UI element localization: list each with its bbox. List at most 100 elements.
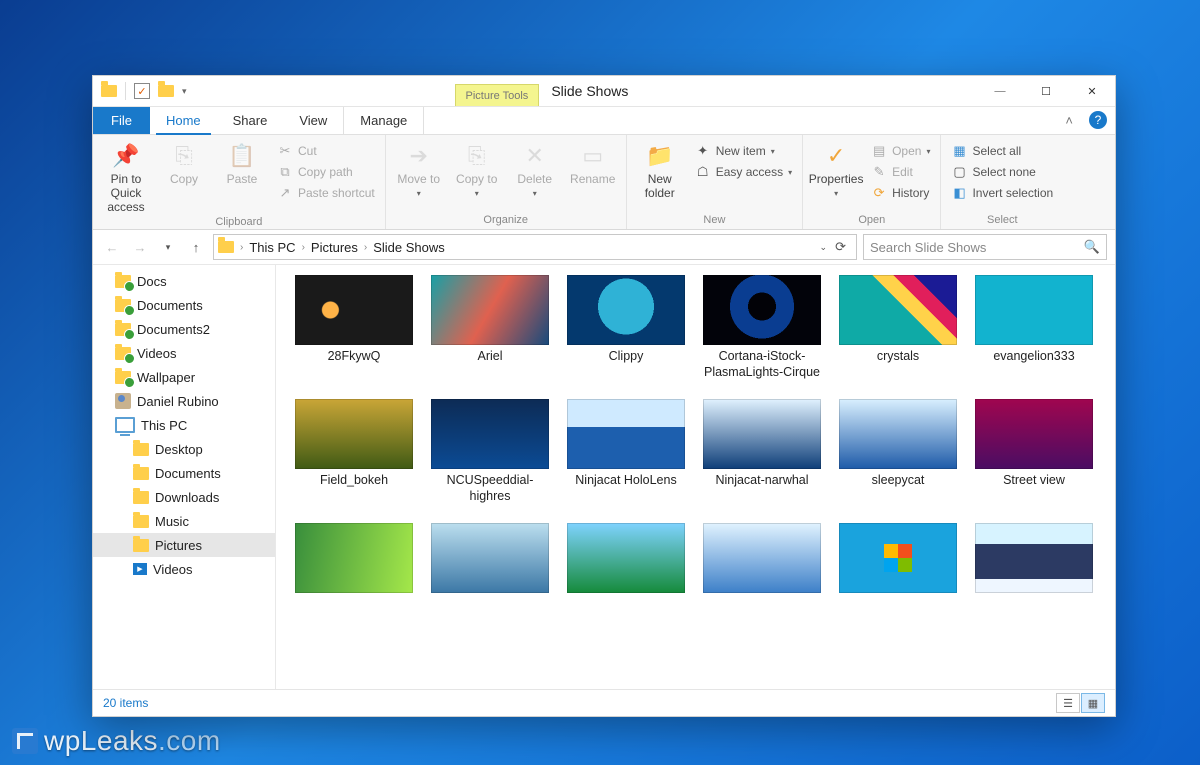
tree-item[interactable]: Videos: [93, 341, 275, 365]
file-tile[interactable]: NCUSpeeddial-highres: [430, 399, 550, 505]
search-input[interactable]: Search Slide Shows 🔍: [863, 234, 1107, 260]
properties-button[interactable]: ✓Properties▾: [809, 138, 863, 198]
file-tile[interactable]: Ariel: [430, 275, 550, 381]
open-icon: ▤: [871, 143, 887, 159]
file-tile[interactable]: [974, 523, 1094, 629]
file-tile[interactable]: 28FkywQ: [294, 275, 414, 381]
home-tab[interactable]: Home: [150, 107, 217, 134]
new-item-button[interactable]: ✦New item ▾: [691, 142, 796, 160]
refresh-button[interactable]: ⟳: [835, 239, 846, 255]
maximize-button[interactable]: ☐: [1023, 76, 1069, 106]
tree-item[interactable]: This PC: [93, 413, 275, 437]
breadcrumb[interactable]: Slide Shows: [373, 240, 445, 255]
folder-icon: [115, 371, 131, 384]
tree-item[interactable]: Music: [93, 509, 275, 533]
video-icon: ▶: [133, 563, 147, 575]
details-view-button[interactable]: ☰: [1056, 693, 1080, 713]
nav-recent-button[interactable]: ▾: [157, 236, 179, 258]
file-tile[interactable]: Clippy: [566, 275, 686, 381]
breadcrumb[interactable]: This PC: [249, 240, 295, 255]
copy-path-button[interactable]: ⧉Copy path: [273, 163, 379, 181]
thumbnail: [567, 523, 685, 593]
file-tile[interactable]: Ninjacat-narwhal: [702, 399, 822, 505]
help-button[interactable]: ?: [1089, 111, 1107, 129]
tree-item[interactable]: Wallpaper: [93, 365, 275, 389]
invert-selection-icon: ◧: [951, 185, 967, 201]
tree-item[interactable]: Desktop: [93, 437, 275, 461]
nav-up-button[interactable]: ↑: [185, 236, 207, 258]
nav-forward-button[interactable]: →: [129, 236, 151, 258]
nav-back-button[interactable]: ←: [101, 236, 123, 258]
watermark: wpLeaks.com: [12, 725, 221, 757]
file-tile[interactable]: Ninjacat HoloLens: [566, 399, 686, 505]
qat-new-folder-button[interactable]: [158, 85, 174, 97]
navigation-pane[interactable]: DocsDocumentsDocuments2VideosWallpaperDa…: [93, 265, 276, 689]
file-tab[interactable]: File: [93, 107, 150, 134]
content-pane[interactable]: 28FkywQ ArielClippyCortana-iStock-PlasmaL…: [276, 265, 1115, 689]
tree-item[interactable]: Documents2: [93, 317, 275, 341]
view-tab[interactable]: View: [283, 107, 343, 134]
paste-button[interactable]: 📋Paste: [215, 138, 269, 186]
cut-button[interactable]: ✂Cut: [273, 142, 379, 160]
address-bar[interactable]: › This PC› Pictures› Slide Shows ⌄ ⟳: [213, 234, 857, 260]
copy-button[interactable]: ⎘Copy: [157, 138, 211, 186]
tree-item[interactable]: ▶Videos: [93, 557, 275, 581]
breadcrumb[interactable]: Pictures: [311, 240, 358, 255]
folder-icon: [133, 539, 149, 552]
delete-icon: ✕: [520, 142, 550, 170]
thumbnails-view-button[interactable]: ▦: [1081, 693, 1105, 713]
qat-properties-button[interactable]: ✓: [134, 83, 150, 99]
file-name: evangelion333: [993, 349, 1074, 381]
history-button[interactable]: ⟳History: [867, 184, 934, 202]
new-folder-button[interactable]: 📁New folder: [633, 138, 687, 200]
share-tab[interactable]: Share: [217, 107, 284, 134]
status-item-count: 20 items: [103, 696, 148, 710]
file-tile[interactable]: Cortana-iStock-PlasmaLights-Cirque: [702, 275, 822, 381]
select-none-button[interactable]: ▢Select none: [947, 163, 1057, 181]
manage-tab[interactable]: Manage: [343, 107, 424, 134]
addr-dropdown-button[interactable]: ⌄: [820, 242, 828, 253]
paste-shortcut-button[interactable]: ↗Paste shortcut: [273, 184, 379, 202]
file-tile[interactable]: [430, 523, 550, 629]
file-tile[interactable]: [566, 523, 686, 629]
file-tile[interactable]: crystals: [838, 275, 958, 381]
file-tile[interactable]: [702, 523, 822, 629]
rename-button[interactable]: ▭Rename: [566, 138, 620, 186]
close-button[interactable]: ✕: [1069, 76, 1115, 106]
tree-item-label: This PC: [141, 418, 187, 433]
folder-icon: [133, 467, 149, 480]
tree-item[interactable]: Documents: [93, 293, 275, 317]
thumbnail: [703, 275, 821, 345]
tree-item[interactable]: Pictures: [93, 533, 275, 557]
folder-icon: [115, 299, 131, 312]
delete-button[interactable]: ✕Delete▾: [508, 138, 562, 198]
pin-to-quick-access-button[interactable]: 📌Pin to Quick access: [99, 138, 153, 214]
file-tile[interactable]: Field_bokeh: [294, 399, 414, 505]
select-all-button[interactable]: ▦Select all: [947, 142, 1057, 160]
file-tile[interactable]: Street view: [974, 399, 1094, 505]
file-tile[interactable]: [838, 523, 958, 629]
invert-selection-button[interactable]: ◧Invert selection: [947, 184, 1057, 202]
file-tile[interactable]: evangelion333: [974, 275, 1094, 381]
thumbnail: [975, 399, 1093, 469]
tree-item[interactable]: Documents: [93, 461, 275, 485]
collapse-ribbon-button[interactable]: ˄: [1057, 113, 1081, 128]
qat-customize-button[interactable]: ▾: [182, 86, 187, 97]
file-name: Field_bokeh: [320, 473, 388, 505]
minimize-button[interactable]: —: [977, 76, 1023, 106]
tree-item[interactable]: Downloads: [93, 485, 275, 509]
titlebar[interactable]: ✓ ▾ Picture Tools Slide Shows — ☐ ✕: [93, 76, 1115, 107]
file-name: 28FkywQ: [328, 349, 381, 381]
tree-item[interactable]: Docs: [93, 269, 275, 293]
copy-to-button[interactable]: ⎘Copy to▾: [450, 138, 504, 198]
easy-access-button[interactable]: ☖Easy access ▾: [691, 163, 796, 181]
tree-item-label: Daniel Rubino: [137, 394, 219, 409]
ribbon-tabs: File Home Share View Manage ˄ ?: [93, 107, 1115, 135]
tree-item[interactable]: Daniel Rubino: [93, 389, 275, 413]
tree-item-label: Music: [155, 514, 189, 529]
file-tile[interactable]: [294, 523, 414, 629]
open-button[interactable]: ▤Open ▾: [867, 142, 934, 160]
edit-button[interactable]: ✎Edit: [867, 163, 934, 181]
file-tile[interactable]: sleepycat: [838, 399, 958, 505]
move-to-button[interactable]: ➔Move to▾: [392, 138, 446, 198]
